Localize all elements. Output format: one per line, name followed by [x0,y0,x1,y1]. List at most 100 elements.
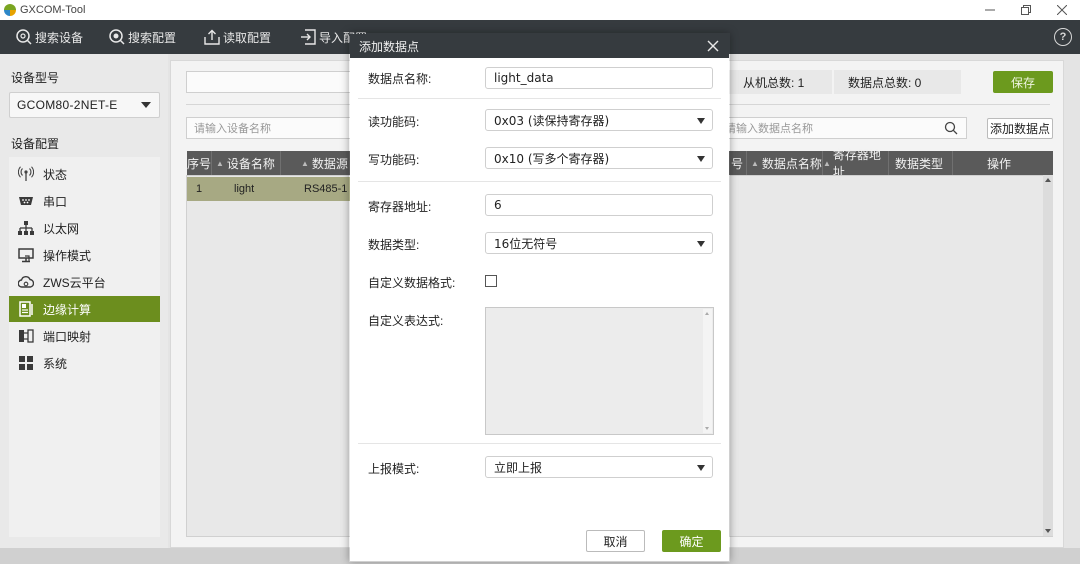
sidebar-item-label: ZWS云平台 [43,275,106,290]
save-button[interactable]: 保存 [993,71,1053,93]
dialog-title: 添加数据点 [359,39,420,54]
sidebar-item-ethernet[interactable]: 以太网 [9,215,160,241]
cancel-button[interactable]: 取消 [586,530,645,552]
divider [358,443,721,444]
read-config-button[interactable]: 读取配置 [204,20,271,54]
close-window-button[interactable] [1044,0,1080,20]
sidebar-item-label: 串口 [43,194,68,209]
port-mapping-icon [18,328,34,344]
register-address-input[interactable]: 6 [485,194,713,216]
add-datapoint-dialog: 添加数据点 数据点名称: light_data 读功能码: 0x03 (读保持寄… [350,34,729,561]
report-mode-label: 上报模式: [368,462,420,476]
read-config-label: 读取配置 [223,30,272,45]
app-logo-icon [4,4,16,16]
write-function-label: 写功能码: [368,153,420,167]
write-function-select[interactable]: 0x10 (写多个寄存器) [485,147,713,169]
textarea-scrollbar[interactable] [703,309,712,433]
chevron-down-icon [697,465,705,471]
sidebar-item-system[interactable]: 系统 [9,350,160,376]
scroll-down-icon[interactable] [705,427,709,430]
register-address-label: 寄存器地址: [368,200,432,214]
datapoint-search-input[interactable]: 请输入数据点名称 [721,117,967,139]
col-index[interactable]: 号 [729,151,747,175]
sidebar-item-operation-mode[interactable]: 操作模式 [9,242,160,268]
datapoint-name-input[interactable]: light_data [485,67,713,89]
close-icon[interactable] [705,38,721,54]
chevron-down-icon [141,102,151,108]
read-function-label: 读功能码: [368,115,420,129]
help-icon[interactable]: ? [1054,28,1072,46]
monitor-icon [18,247,34,263]
confirm-button[interactable]: 确定 [662,530,721,552]
datapoint-total: 数据点总数: 0 [834,70,961,94]
col-operation[interactable]: 操作 [953,151,1053,175]
network-icon [18,220,34,236]
device-search-input[interactable]: 请输入设备名称 [186,117,356,139]
col-device-name[interactable]: ▲ 设备名称 [212,151,281,175]
sidebar-item-status[interactable]: 状态 [9,161,160,187]
col-datapoint-name[interactable]: ▲ 数据点名称 [747,151,823,175]
search-config-label: 搜索配置 [128,30,177,45]
sidebar-item-label: 状态 [43,167,68,182]
grid-icon [18,355,34,371]
slave-total: 从机总数: 1 [721,70,832,94]
col-data-type[interactable]: 数据类型 [889,151,953,175]
chevron-down-icon [697,156,705,162]
device-config-heading: 设备配置 [11,137,60,151]
custom-format-checkbox[interactable] [485,275,497,287]
app-title: GXCOM-Tool [20,4,86,16]
search-device-icon [16,29,32,45]
top-field-placeholder [186,71,356,93]
col-index[interactable]: 序号 [187,151,212,175]
divider [358,98,721,99]
sidebar: 设备型号 GCOM80-2NET-E 设备配置 状态 串口 以太网 操作模式 Z… [0,54,168,548]
add-datapoint-button[interactable]: 添加数据点 [987,118,1053,139]
col-data-source[interactable]: ▲ 数据源 [281,151,351,175]
datapoint-table-body [729,175,1053,537]
device-table-header: 序号 ▲ 设备名称 ▲ 数据源 [187,151,351,175]
sidebar-item-label: 操作模式 [43,248,92,263]
scroll-up-icon[interactable] [705,312,709,315]
edge-computing-icon [18,301,34,317]
expression-textarea[interactable] [485,307,714,435]
device-model-select[interactable]: GCOM80-2NET-E [9,92,160,118]
nav-panel: 状态 串口 以太网 操作模式 ZWS云平台 边缘计算 端口映射 系统 [9,157,160,537]
report-mode-select[interactable]: 立即上报 [485,456,713,478]
sidebar-item-edge-computing[interactable]: 边缘计算 [9,296,160,322]
data-type-label: 数据类型: [368,238,420,252]
col-register-address[interactable]: ▲ 寄存器地址 [823,148,889,179]
sidebar-item-label: 端口映射 [43,329,92,344]
sidebar-item-zws-cloud[interactable]: ZWS云平台 [9,269,160,295]
restore-button[interactable] [1008,0,1044,20]
chevron-down-icon [697,241,705,247]
search-device-label: 搜索设备 [35,30,84,45]
serial-port-icon [18,193,34,209]
search-config-icon [109,29,125,45]
table-scrollbar[interactable] [1043,175,1053,536]
scroll-down-icon[interactable] [1045,529,1051,533]
import-config-icon [300,29,316,45]
read-function-select[interactable]: 0x03 (读保持寄存器) [485,109,713,131]
table-row[interactable]: 1 light RS485-1 [187,177,350,201]
expression-label: 自定义表达式: [368,314,444,328]
sidebar-item-port-mapping[interactable]: 端口映射 [9,323,160,349]
signal-tower-icon [18,166,34,182]
sidebar-item-serial[interactable]: 串口 [9,188,160,214]
sidebar-item-label: 以太网 [43,221,80,236]
sidebar-item-label: 边缘计算 [43,302,92,317]
device-table-body [186,175,351,537]
datapoint-table-header: 号 ▲ 数据点名称 ▲ 寄存器地址 数据类型 操作 [729,148,1053,179]
chevron-down-icon [697,118,705,124]
search-config-button[interactable]: 搜索配置 [109,20,176,54]
scroll-up-icon[interactable] [1045,178,1051,182]
dialog-header: 添加数据点 [350,34,729,58]
data-type-select[interactable]: 16位无符号 [485,232,713,254]
device-model-heading: 设备型号 [11,71,60,85]
minimize-button[interactable] [972,0,1008,20]
title-bar: GXCOM-Tool [0,0,1080,20]
read-config-icon [204,29,220,45]
sidebar-item-label: 系统 [43,356,68,371]
search-icon [944,121,958,135]
device-model-value: GCOM80-2NET-E [17,98,118,112]
search-device-button[interactable]: 搜索设备 [16,20,83,54]
